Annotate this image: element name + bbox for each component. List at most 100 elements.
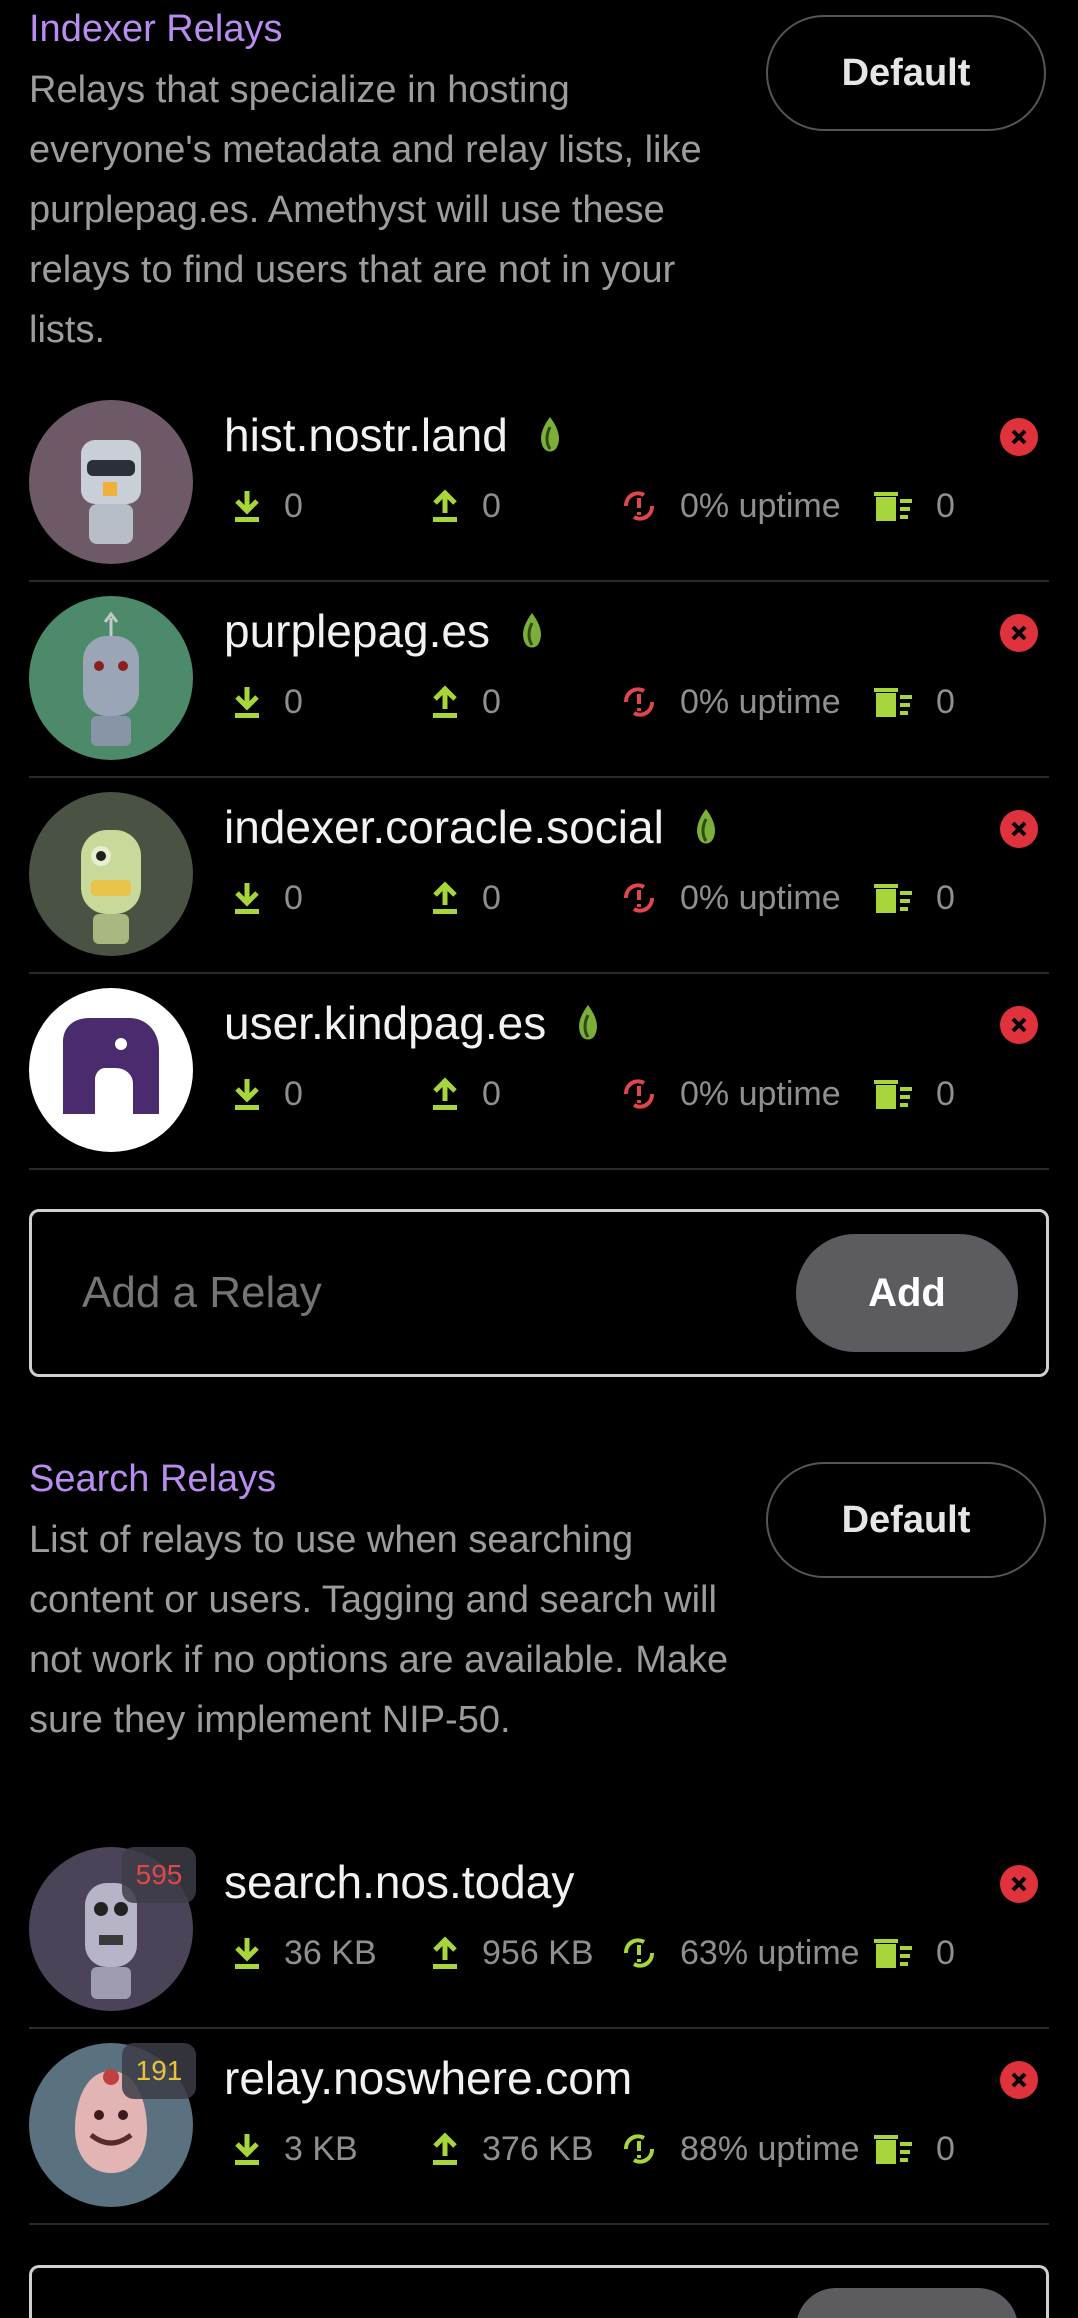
sync-error-icon [624, 883, 654, 913]
paid-relay-icon [535, 412, 565, 466]
relay-name-text: user.kindpag.es [224, 997, 547, 1049]
paid-relay-icon [691, 804, 721, 858]
upload-stat: 0 [430, 680, 501, 724]
upload-value: 0 [482, 682, 501, 721]
sync-icon [624, 1938, 654, 1968]
download-value: 3 KB [284, 2129, 358, 2168]
search-add-relay-box [29, 2265, 1049, 2318]
remove-relay-button[interactable] [1000, 810, 1038, 848]
upload-value: 0 [482, 878, 501, 917]
relay-row[interactable]: purplepag.es 0 0 0% uptime 0 [0, 582, 1078, 778]
relay-name: search.nos.today [224, 1855, 574, 1909]
spam-value: 0 [936, 486, 955, 525]
spam-stat: 0 [874, 876, 955, 920]
uptime-stat: 0% uptime [620, 1072, 841, 1116]
relay-row[interactable]: 595 search.nos.today 36 KB 956 KB 63% up… [0, 1833, 1078, 2029]
spam-value: 0 [936, 2129, 955, 2168]
upload-stat: 0 [430, 876, 501, 920]
uptime-value: 0% uptime [680, 682, 841, 721]
download-stat: 0 [232, 680, 303, 724]
relay-name-text: relay.noswhere.com [224, 2052, 633, 2104]
download-value: 36 KB [284, 1933, 377, 1972]
remove-relay-button[interactable] [1000, 1865, 1038, 1903]
upload-value: 0 [482, 486, 501, 525]
relay-name: user.kindpag.es [224, 996, 603, 1054]
upload-stat: 0 [430, 1072, 501, 1116]
download-value: 0 [284, 878, 303, 917]
relay-stats: 0 0 0% uptime 0 [224, 484, 984, 528]
relay-name: hist.nostr.land [224, 408, 565, 466]
relay-name: purplepag.es [224, 604, 547, 662]
remove-relay-button[interactable] [1000, 418, 1038, 456]
download-icon [235, 491, 259, 522]
close-icon [1011, 2072, 1027, 2088]
indexer-section-title: Indexer Relays [29, 8, 283, 50]
relay-name-text: purplepag.es [224, 605, 490, 657]
uptime-value: 0% uptime [680, 486, 841, 525]
spam-stat: 0 [874, 680, 955, 724]
download-icon [235, 2134, 259, 2165]
download-icon [235, 687, 259, 718]
relay-stats: 0 0 0% uptime 0 [224, 1072, 984, 1116]
event-count-badge: 595 [122, 1847, 196, 1903]
relay-avatar [29, 596, 193, 760]
remove-relay-button[interactable] [1000, 2061, 1038, 2099]
uptime-stat: 0% uptime [620, 484, 841, 528]
remove-relay-button[interactable] [1000, 1006, 1038, 1044]
search-section-description: List of relays to use when searching con… [29, 1519, 729, 1741]
add-relay-box: Add [29, 1209, 1049, 1377]
relay-row[interactable]: 191 relay.noswhere.com 3 KB 376 KB 88% u… [0, 2029, 1078, 2225]
sync-icon [624, 2134, 654, 2164]
trash-list-icon [874, 688, 912, 717]
relay-avatar [29, 792, 193, 956]
add-relay-button[interactable]: Add [796, 1234, 1018, 1352]
spam-value: 0 [936, 1074, 955, 1113]
relay-stats: 0 0 0% uptime 0 [224, 876, 984, 920]
event-count-badge: 191 [122, 2043, 196, 2099]
uptime-value: 0% uptime [680, 878, 841, 917]
upload-value: 0 [482, 1074, 501, 1113]
uptime-stat: 0% uptime [620, 680, 841, 724]
download-icon [235, 883, 259, 914]
upload-stat: 956 KB [430, 1931, 594, 1975]
relay-stats: 0 0 0% uptime 0 [224, 680, 984, 724]
search-add-button-partial[interactable] [796, 2288, 1018, 2318]
badge-value: 191 [135, 2055, 183, 2086]
download-stat: 0 [232, 484, 303, 528]
upload-stat: 0 [430, 484, 501, 528]
remove-relay-button[interactable] [1000, 614, 1038, 652]
sync-error-icon [624, 491, 654, 521]
search-section-title: Search Relays [29, 1458, 277, 1500]
trash-list-icon [874, 492, 912, 521]
spam-value: 0 [936, 682, 955, 721]
download-stat: 0 [232, 876, 303, 920]
indexer-default-button[interactable]: Default [766, 15, 1046, 131]
download-icon [235, 1079, 259, 1110]
uptime-value: 88% uptime [680, 2129, 860, 2168]
sync-error-icon [624, 687, 654, 717]
relay-row[interactable]: indexer.coracle.social 0 0 0% uptime 0 [0, 778, 1078, 974]
trash-list-icon [874, 1939, 912, 1968]
upload-value: 956 KB [482, 1933, 594, 1972]
relay-avatar [29, 988, 193, 1152]
close-icon [1011, 429, 1027, 445]
close-icon [1011, 625, 1027, 641]
spam-value: 0 [936, 878, 955, 917]
download-value: 0 [284, 1074, 303, 1113]
download-icon [235, 1938, 259, 1969]
upload-icon [433, 1077, 457, 1110]
upload-value: 376 KB [482, 2129, 594, 2168]
relay-row[interactable]: hist.nostr.land 0 0 0% uptime 0 [0, 386, 1078, 582]
paid-relay-icon [517, 608, 547, 662]
uptime-stat: 63% uptime [620, 1931, 860, 1975]
search-default-button[interactable]: Default [766, 1462, 1046, 1578]
add-relay-input[interactable] [80, 1267, 784, 1319]
spam-stat: 0 [874, 1072, 955, 1116]
download-stat: 0 [232, 1072, 303, 1116]
relay-name: relay.noswhere.com [224, 2051, 632, 2105]
spam-stat: 0 [874, 484, 955, 528]
spam-value: 0 [936, 1933, 955, 1972]
close-icon [1011, 821, 1027, 837]
relay-name-text: search.nos.today [224, 1856, 575, 1908]
relay-row[interactable]: user.kindpag.es 0 0 0% uptime 0 [0, 974, 1078, 1170]
